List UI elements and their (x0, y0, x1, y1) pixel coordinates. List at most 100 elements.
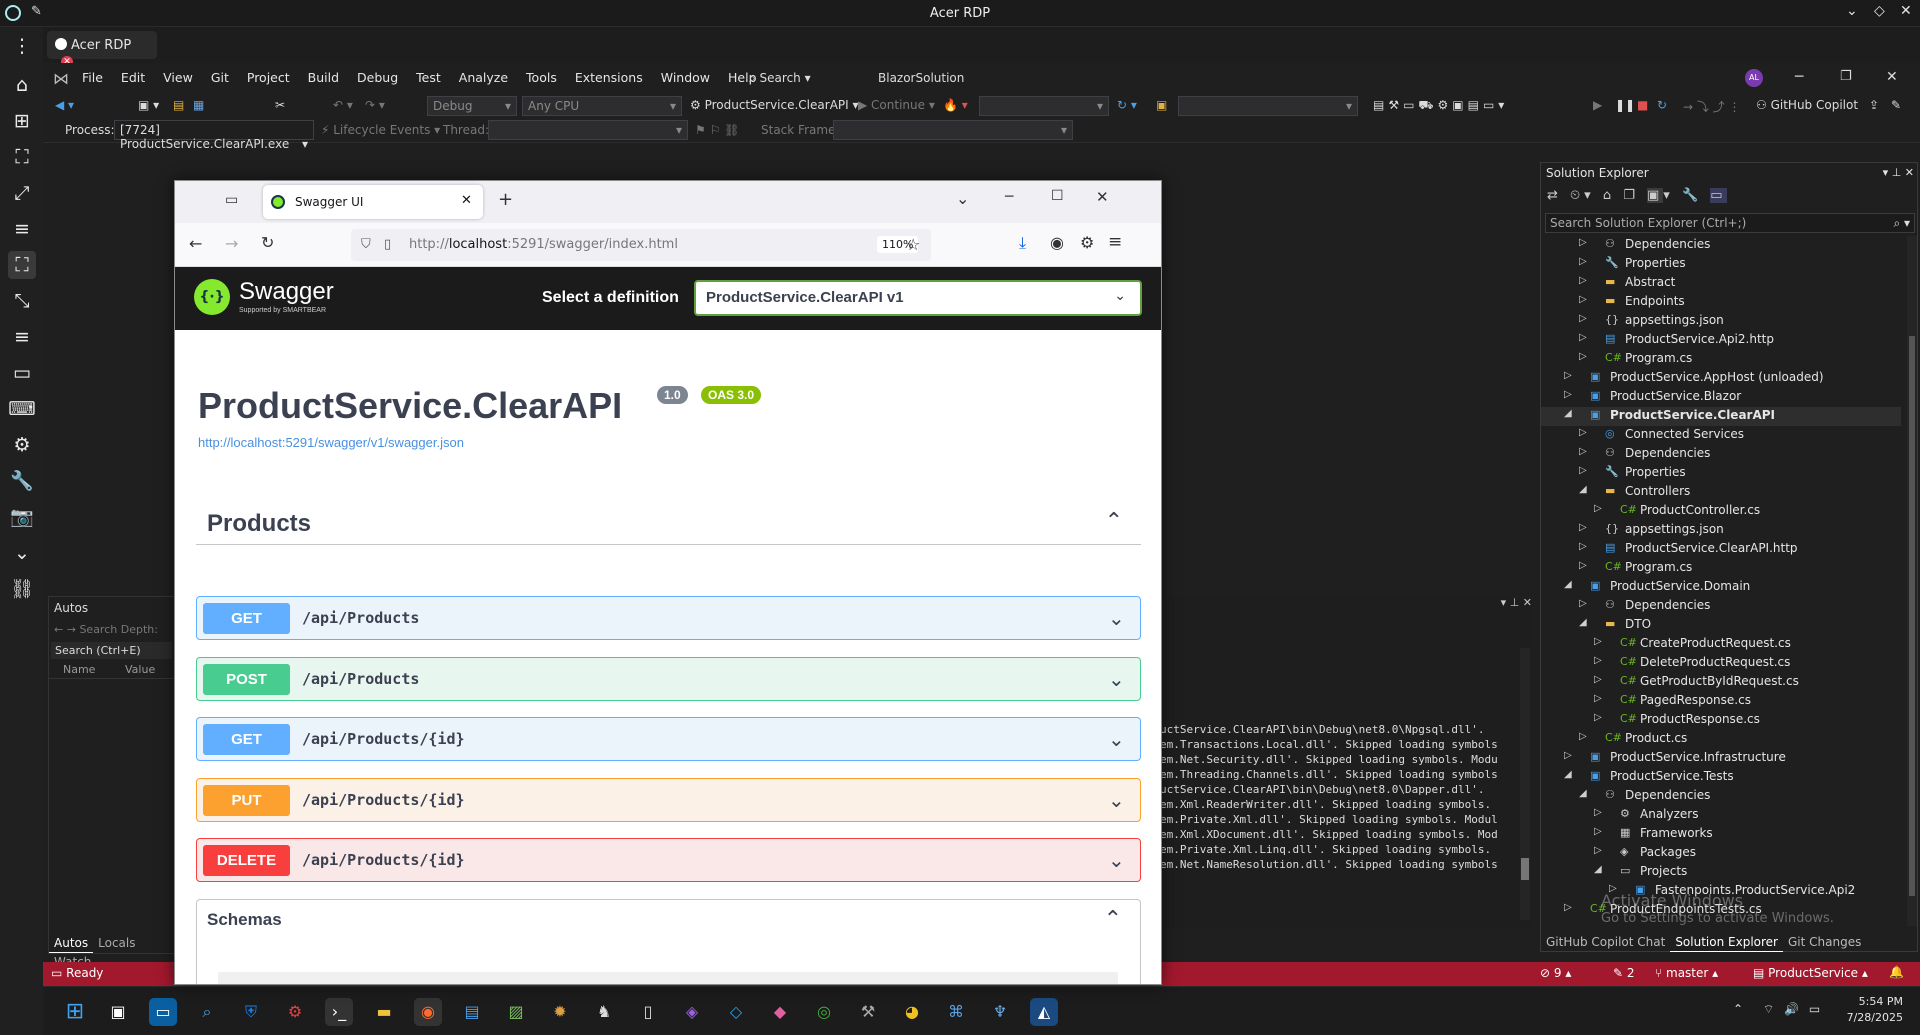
thread-select[interactable]: ▾ (488, 120, 688, 140)
task-view-icon[interactable]: ▣ (104, 998, 132, 1026)
list-tabs-icon[interactable]: ⌄ (956, 189, 969, 208)
expander-icon[interactable]: ▷ (1594, 712, 1602, 723)
edits-indicator[interactable]: ✎ 2 (1613, 966, 1635, 980)
list-icon[interactable]: ≡ (8, 323, 36, 351)
expander-icon[interactable]: ▷ (1579, 237, 1587, 248)
menu-test[interactable]: Test (407, 63, 450, 92)
url-bar[interactable]: ⛉ ▯ http://localhost:5291/swagger/index.… (351, 229, 931, 261)
se-window-controls[interactable]: ▾ ⊥ ✕ (1883, 166, 1914, 179)
chevron-down-icon[interactable]: ⌄ (1108, 788, 1128, 812)
close-icon[interactable]: ✕ (1096, 188, 1109, 206)
menu-window[interactable]: Window (652, 63, 719, 92)
operation-post[interactable]: POST/api/Products ⌄ (196, 656, 1141, 701)
tree-item[interactable]: ▷ ▤ ProductService.ClearAPI.http (1541, 540, 1901, 559)
new-tab-icon[interactable]: + (498, 189, 513, 210)
expander-icon[interactable]: ▷ (1579, 332, 1587, 343)
search-button[interactable]: ⌕ Search ▾ (749, 71, 811, 86)
config-select[interactable]: Debug ▾ (427, 96, 517, 116)
expander-icon[interactable]: ▷ (1564, 370, 1572, 381)
tree-item[interactable]: ▷ C# ProductResponse.cs (1541, 711, 1901, 730)
close-icon[interactable]: ✕ (1886, 69, 1898, 85)
minimize-icon[interactable]: ─ (1005, 189, 1013, 205)
expander-icon[interactable]: ▷ (1579, 541, 1587, 552)
undo-icon[interactable]: ↶ ▾ (333, 98, 353, 112)
network-icon[interactable]: ⌘ (942, 998, 970, 1026)
debug-tools-icons[interactable]: ▤⚒▭⛟⚙▣▤▭▾ (1373, 98, 1508, 114)
shield-icon[interactable]: ⛉ (361, 237, 371, 252)
copilot-button[interactable]: ⚇ GitHub Copilot (1756, 98, 1858, 112)
step-icons[interactable]: → ⤵ ⤴ ⋮ (1683, 98, 1741, 115)
expander-icon[interactable]: ▷ (1579, 294, 1587, 305)
vscode-icon[interactable]: ◇ (722, 998, 750, 1026)
avatar[interactable]: AL (1745, 69, 1763, 87)
share-icon[interactable]: ⇪ (1869, 98, 1879, 112)
scale-icon[interactable]: ⛶ (8, 251, 36, 279)
tree-item[interactable]: ▷ 🔧 Properties (1541, 255, 1901, 274)
tree-item[interactable]: ▷ ⚇ Dependencies (1541, 445, 1901, 464)
editor-icon[interactable]: ▨ (502, 998, 530, 1026)
output-pin-close[interactable]: ▾ ⊥ ✕ (1501, 596, 1532, 609)
chevron-down-icon[interactable]: ⌄ (8, 539, 36, 567)
link-icon[interactable]: ⛓ (8, 575, 36, 603)
expander-icon[interactable]: ▷ (1579, 427, 1587, 438)
continue-button[interactable]: ▶ Continue ▾ (858, 98, 935, 112)
tree-item[interactable]: ▷ ▬ Endpoints (1541, 293, 1901, 312)
play-icon[interactable]: ▶ (1593, 98, 1602, 112)
hot-reload-icon[interactable]: 🔥 ▾ (943, 98, 968, 112)
close-tab-icon[interactable]: ✕ (461, 193, 472, 208)
stop-icon[interactable]: ■ (1637, 98, 1648, 112)
resize-icon[interactable]: ⤡ (8, 287, 36, 315)
menu-git[interactable]: Git (202, 63, 238, 92)
file-explorer-icon[interactable]: ▬ (370, 998, 398, 1026)
firefox-icon[interactable]: ◉ (414, 998, 442, 1026)
tab-solution-explorer[interactable]: Solution Explorer (1670, 933, 1783, 952)
lifecycle-events-button[interactable]: ⚡ Lifecycle Events ▾ (321, 123, 440, 137)
settings-icon[interactable]: ⚙ (8, 431, 36, 459)
new-window-icon[interactable]: ⊞ (8, 107, 36, 135)
autos-search-input[interactable]: Search (Ctrl+E) (51, 642, 172, 659)
expander-icon[interactable]: ▷ (1579, 446, 1587, 457)
tree-item[interactable]: ▷ C# Program.cs (1541, 350, 1901, 369)
open-icon[interactable]: ▤ (173, 98, 184, 112)
menu-icon[interactable]: ≡ (8, 215, 36, 243)
pause-icon[interactable]: ❚❚ (1615, 98, 1635, 112)
notifications-icon[interactable]: 🔔 (1889, 965, 1904, 979)
expander-icon[interactable]: ▷ (1579, 256, 1587, 267)
remote-desktop-icon[interactable]: ▭ (149, 998, 177, 1026)
database-icon[interactable]: ♆ (986, 998, 1014, 1026)
back-icon[interactable]: ◀ ▾ (55, 98, 74, 112)
magnifier-icon[interactable]: ⌕ (193, 998, 221, 1026)
expander-icon[interactable]: ▷ (1564, 902, 1572, 913)
back-icon[interactable]: ← (189, 234, 202, 253)
output-scrollbar[interactable] (1520, 648, 1530, 920)
tree-item[interactable]: ◢ ▣ ProductService.Tests (1541, 768, 1901, 787)
se-toolbar[interactable]: ⇄ ⏲▾ ⌂ ❐ ▣▾ 🔧 ▭ (1547, 188, 1727, 203)
tree-item[interactable]: ▷ ▣ ProductService.Blazor (1541, 388, 1901, 407)
refresh-icon[interactable]: ↻ ▾ (1117, 98, 1137, 112)
expander-icon[interactable]: ▷ (1579, 598, 1587, 609)
chevron-down-icon[interactable]: ⌄ (1846, 3, 1858, 19)
tree-item[interactable]: ▷ C# ProductController.cs (1541, 502, 1901, 521)
feedback-icon[interactable]: ✎ (1891, 98, 1901, 112)
chevron-down-icon[interactable]: ⌄ (1108, 667, 1128, 691)
tray-icons[interactable]: ⌔ 🔊 ▭ (1763, 1002, 1823, 1017)
menu-file[interactable]: File (73, 63, 112, 92)
tree-item[interactable]: ▷ ⚇ Dependencies (1541, 597, 1901, 616)
menu-project[interactable]: Project (238, 63, 299, 92)
tree-item[interactable]: ▷ C# Program.cs (1541, 559, 1901, 578)
tree-item[interactable]: ◢ ▣ ProductService.ClearAPI (1541, 407, 1901, 426)
tree-item[interactable]: ▷ ⚇ Dependencies (1541, 236, 1901, 255)
gimp-icon[interactable]: ♞ (590, 998, 618, 1026)
chrome-icon[interactable]: ◎ (810, 998, 838, 1026)
tree-item[interactable]: ▷ ◎ Connected Services (1541, 426, 1901, 445)
tools-icon[interactable]: ⚒ (854, 998, 882, 1026)
reload-icon[interactable]: ↻ (261, 233, 274, 252)
tray-chevron-icon[interactable]: ⌃ (1733, 1002, 1743, 1016)
expander-icon[interactable]: ▷ (1594, 503, 1602, 514)
rdp-session-tab[interactable]: Acer RDP ✕ (47, 31, 157, 68)
expander-icon[interactable]: ◢ (1579, 484, 1587, 495)
fullscreen-icon[interactable]: ◇ (1874, 3, 1885, 19)
cut-icon[interactable]: ✂ (275, 98, 285, 112)
tree-item[interactable]: ▷ C# PagedResponse.cs (1541, 692, 1901, 711)
tree-item[interactable]: ▷ ▣ ProductService.AppHost (unloaded) (1541, 369, 1901, 388)
